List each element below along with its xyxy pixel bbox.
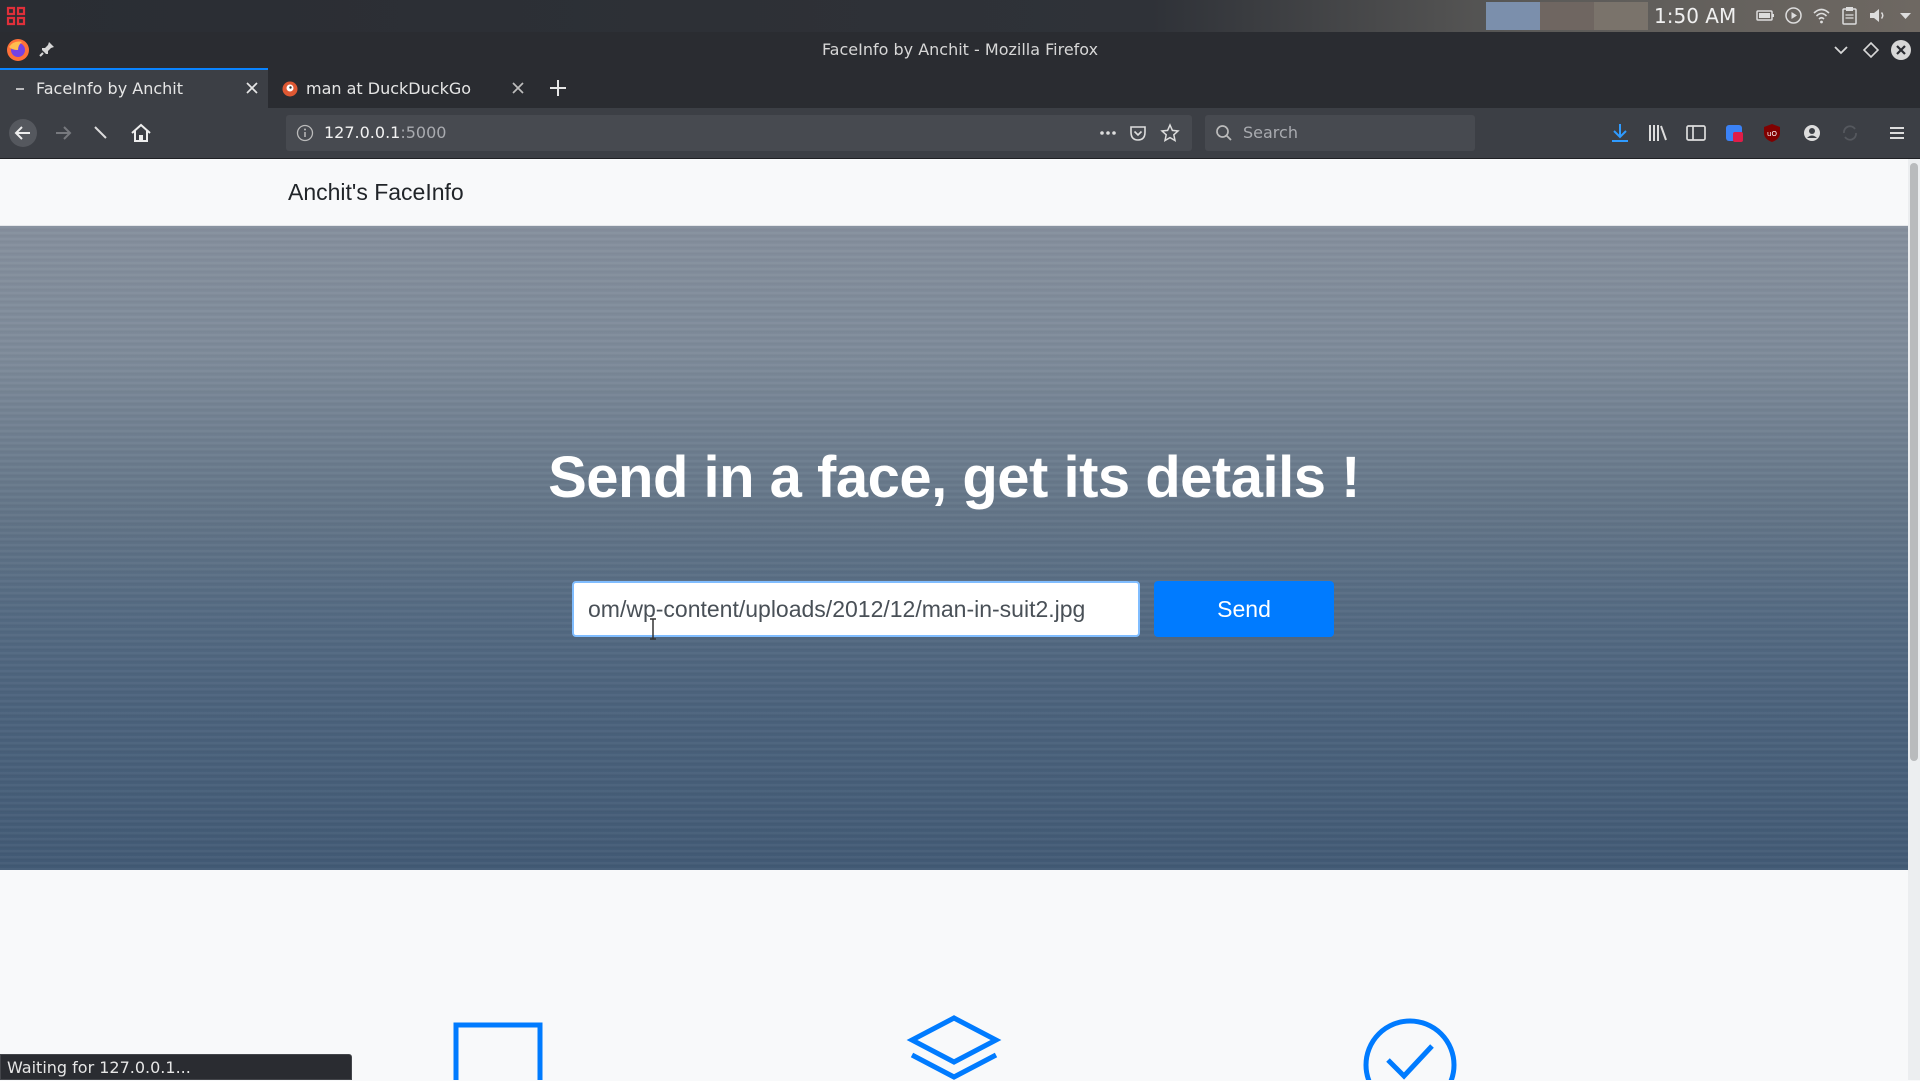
home-icon[interactable] xyxy=(126,118,156,148)
url-host: 127.0.0.1 xyxy=(324,123,401,142)
stop-loading-icon[interactable] xyxy=(86,118,116,148)
battery-icon[interactable] xyxy=(1756,6,1775,25)
url-bar[interactable]: 127.0.0.1:5000 xyxy=(286,115,1192,151)
forward-icon[interactable] xyxy=(48,118,78,148)
downloads-icon[interactable] xyxy=(1608,121,1632,145)
info-icon[interactable] xyxy=(296,124,314,142)
close-tab-icon[interactable] xyxy=(510,80,526,96)
window-thumbnail[interactable] xyxy=(1594,2,1648,30)
bookmark-star-icon[interactable] xyxy=(1160,123,1180,143)
sync-icon[interactable] xyxy=(1838,121,1862,145)
text-cursor-icon xyxy=(650,618,656,640)
status-bar: Waiting for 127.0.0.1... xyxy=(0,1054,352,1080)
screen-icon xyxy=(453,1022,543,1080)
system-panel: 1:50 AM xyxy=(0,0,1920,32)
search-placeholder: Search xyxy=(1243,123,1298,142)
window-title: FaceInfo by Anchit - Mozilla Firefox xyxy=(821,40,1099,59)
hamburger-menu-icon[interactable] xyxy=(1885,121,1909,145)
layers-icon xyxy=(906,1015,1002,1080)
tab-duckduckgo[interactable]: man at DuckDuckGo xyxy=(270,70,534,106)
page-actions-icon[interactable] xyxy=(1098,123,1118,143)
url-port: :5000 xyxy=(400,123,447,142)
window-thumbnail[interactable] xyxy=(1540,2,1594,30)
scrollbar-thumb[interactable] xyxy=(1910,163,1918,761)
site-brand[interactable]: Anchit's FaceInfo xyxy=(288,179,464,206)
close-tab-icon[interactable] xyxy=(244,80,260,96)
minimize-icon[interactable] xyxy=(1830,39,1852,61)
close-window-icon[interactable] xyxy=(1890,39,1912,61)
account-icon[interactable] xyxy=(1800,121,1824,145)
window-thumbnail[interactable] xyxy=(1486,2,1540,30)
search-bar[interactable]: Search xyxy=(1205,115,1475,151)
volume-icon[interactable] xyxy=(1868,6,1887,25)
web-page: Anchit's FaceInfo Send in a face, get it… xyxy=(0,159,1908,1080)
extension-container-icon[interactable] xyxy=(1722,121,1746,145)
clipboard-icon[interactable] xyxy=(1840,6,1859,25)
ublock-origin-icon[interactable]: uO xyxy=(1760,121,1784,145)
tab-faceinfo[interactable]: FaceInfo by Anchit xyxy=(0,68,268,108)
page-scrollbar[interactable] xyxy=(1908,159,1920,1080)
url-text[interactable]: 127.0.0.1:5000 xyxy=(324,123,446,142)
tab-label: man at DuckDuckGo xyxy=(306,79,472,98)
maximize-icon[interactable] xyxy=(1860,39,1882,61)
svg-text:uO: uO xyxy=(1767,130,1777,138)
duckduckgo-icon xyxy=(282,81,298,97)
new-tab-icon[interactable] xyxy=(546,76,570,100)
site-navbar: Anchit's FaceInfo xyxy=(0,159,1908,226)
tab-strip: FaceInfo by Anchit man at DuckDuckGo xyxy=(0,68,1920,108)
loading-icon xyxy=(16,88,24,90)
check-circle-icon xyxy=(1363,1018,1457,1080)
sidebar-icon[interactable] xyxy=(1684,121,1708,145)
window-thumbnails[interactable] xyxy=(1486,2,1648,30)
hero-section: Send in a face, get its details ! om/wp-… xyxy=(0,226,1908,870)
window-titlebar: FaceInfo by Anchit - Mozilla Firefox xyxy=(0,32,1920,68)
chevron-down-icon[interactable] xyxy=(1896,6,1915,25)
wifi-icon[interactable] xyxy=(1812,6,1831,25)
search-icon xyxy=(1216,125,1232,141)
back-icon[interactable] xyxy=(8,118,38,148)
send-button[interactable]: Send xyxy=(1154,581,1334,637)
system-tray xyxy=(1756,6,1915,25)
app-menu-icon[interactable] xyxy=(6,6,26,26)
navigation-toolbar: 127.0.0.1:5000 Search uO xyxy=(0,108,1920,159)
media-icon[interactable] xyxy=(1784,6,1803,25)
clock[interactable]: 1:50 AM xyxy=(1654,4,1736,28)
library-icon[interactable] xyxy=(1646,121,1670,145)
hero-title: Send in a face, get its details ! xyxy=(548,445,1360,510)
pocket-icon[interactable] xyxy=(1128,123,1148,143)
features-section xyxy=(0,870,1908,1080)
tab-label: FaceInfo by Anchit xyxy=(36,79,183,98)
